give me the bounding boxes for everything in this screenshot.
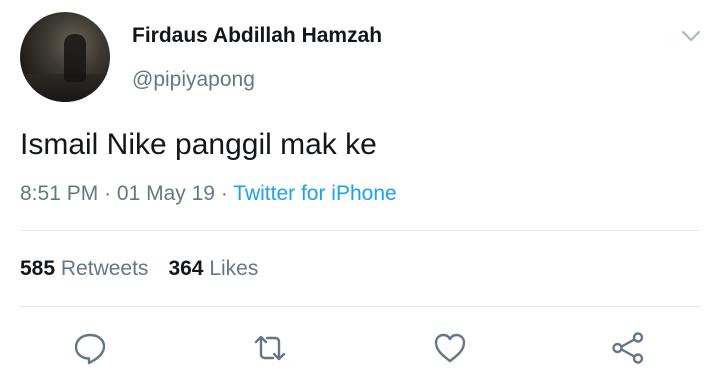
- tweet-meta: 8:51 PM · 01 May 19 · Twitter for iPhone: [20, 182, 397, 206]
- display-name[interactable]: Firdaus Abdillah Hamzah: [132, 24, 382, 48]
- likes-count: 364: [168, 257, 204, 280]
- retweets-stat[interactable]: 585 Retweets: [20, 257, 148, 280]
- heart-icon: [434, 333, 466, 363]
- retweet-button[interactable]: [252, 330, 288, 366]
- reply-button[interactable]: [72, 330, 108, 366]
- tweet-text: Ismail Nike panggil mak ke: [20, 128, 377, 161]
- avatar-figure: [64, 34, 86, 82]
- divider: [20, 230, 700, 231]
- reply-icon: [74, 333, 106, 365]
- divider: [20, 306, 700, 307]
- share-icon: [612, 332, 644, 364]
- tweet-date: 01 May 19: [116, 182, 215, 205]
- retweets-count: 585: [20, 257, 56, 280]
- tweet-card: Firdaus Abdillah Hamzah @pipiyapong Isma…: [0, 0, 720, 382]
- tweet-stats: 585 Retweets 364 Likes: [20, 257, 258, 281]
- meta-separator: ·: [220, 182, 228, 205]
- chevron-down-icon[interactable]: [680, 28, 702, 44]
- likes-label: Likes: [209, 257, 259, 280]
- likes-stat[interactable]: 364 Likes: [168, 257, 258, 280]
- share-button[interactable]: [610, 330, 646, 366]
- tweet-source-link[interactable]: Twitter for iPhone: [233, 182, 396, 205]
- meta-separator: ·: [104, 182, 112, 205]
- tweet-time: 8:51 PM: [20, 182, 99, 205]
- avatar[interactable]: [20, 12, 110, 102]
- user-handle[interactable]: @pipiyapong: [132, 68, 255, 92]
- retweets-label: Retweets: [60, 257, 149, 280]
- like-button[interactable]: [432, 330, 468, 366]
- retweet-icon: [254, 335, 286, 361]
